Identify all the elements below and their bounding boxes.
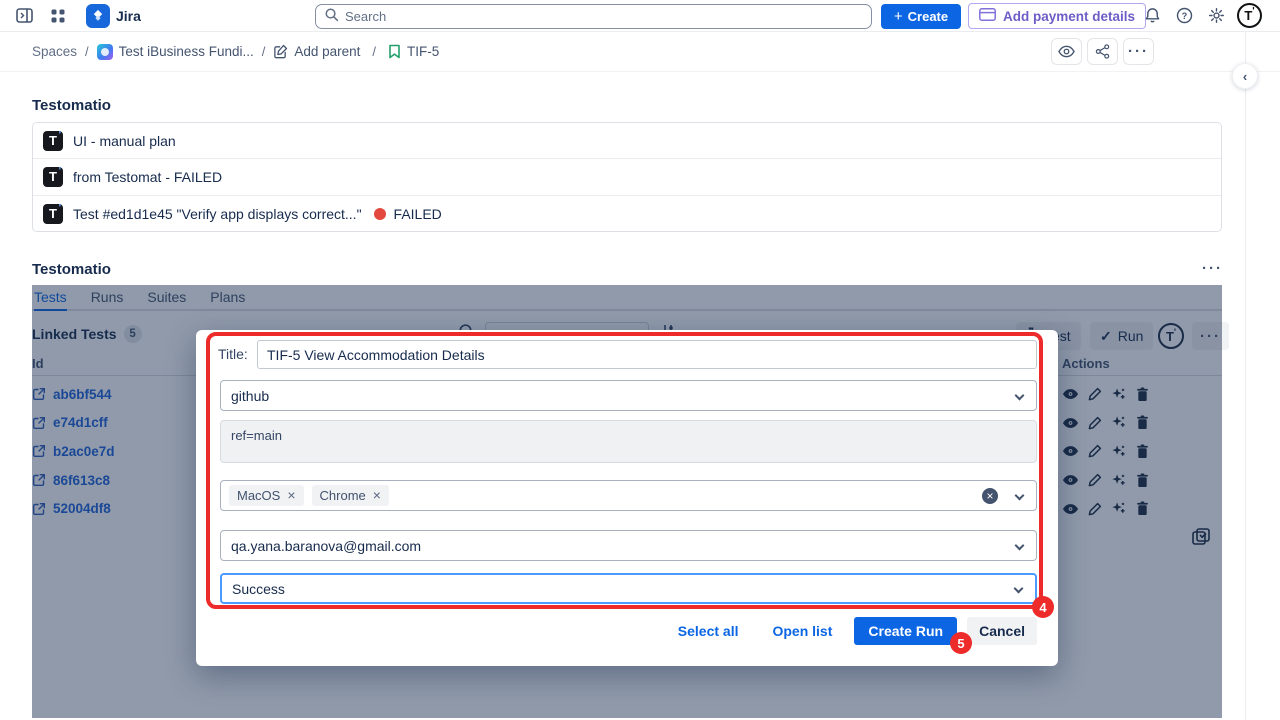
annotation-step-5-badge: 5 <box>950 632 972 654</box>
environment-multiselect[interactable]: MacOS Chrome <box>220 480 1037 511</box>
testomatio-logo-icon <box>43 167 63 187</box>
create-run-button[interactable]: Create Run <box>854 617 957 645</box>
notifications-bell-icon[interactable] <box>1138 2 1166 30</box>
env-tag: MacOS <box>229 485 304 506</box>
breadcrumb-issue[interactable]: TIF-5 <box>388 44 439 59</box>
cancel-button[interactable]: Cancel <box>967 617 1037 645</box>
bookmark-icon <box>388 44 401 59</box>
credit-card-icon <box>979 8 996 24</box>
params-textarea[interactable]: ref=main <box>220 420 1037 463</box>
remove-tag-icon[interactable] <box>287 488 295 503</box>
clear-all-icon[interactable] <box>982 488 998 504</box>
testomatio-link-item[interactable]: from Testomat - FAILED <box>33 159 1221 195</box>
chevron-down-icon <box>1015 391 1025 401</box>
collapse-panel-button[interactable] <box>1232 63 1258 89</box>
failed-status-dot-icon <box>374 208 386 220</box>
more-actions-icon[interactable]: ··· <box>1123 38 1154 65</box>
remove-tag-icon[interactable] <box>373 488 381 503</box>
failed-status-label: FAILED <box>394 206 442 222</box>
testomatio-link-list: UI - manual plan from Testomat - FAILED … <box>32 122 1222 232</box>
assignee-select[interactable]: qa.yana.baranova@gmail.com <box>220 530 1037 561</box>
page-actions: ··· <box>1051 38 1154 65</box>
testomatio-section-title: Testomatio <box>32 97 111 114</box>
testomatio-panel-title: Testomatio <box>32 261 111 278</box>
user-avatar[interactable] <box>1237 3 1262 28</box>
annotation-step-4-badge: 4 <box>1032 596 1054 618</box>
space-icon <box>97 44 113 60</box>
jira-page: Jira + Create Add payment details ? <box>0 0 1280 720</box>
env-tag: Chrome <box>312 485 389 506</box>
top-navigation-bar: Jira + Create Add payment details ? <box>0 0 1280 32</box>
share-icon[interactable] <box>1087 38 1118 65</box>
panel-more-icon[interactable]: ··· <box>1202 260 1223 277</box>
open-list-button[interactable]: Open list <box>772 623 832 639</box>
jira-logo-icon <box>86 4 110 28</box>
testomatio-logo-icon <box>43 131 63 151</box>
breadcrumb: Spaces / Test iBusiness Fundi... / Add p… <box>32 44 439 60</box>
run-title-input[interactable] <box>257 340 1037 369</box>
sidebar-toggle-icon[interactable] <box>10 2 38 30</box>
add-parent-button[interactable]: Add parent <box>273 44 360 59</box>
settings-gear-icon[interactable] <box>1202 2 1230 30</box>
chevron-down-icon <box>1015 491 1025 501</box>
help-icon[interactable]: ? <box>1170 2 1198 30</box>
select-all-button[interactable]: Select all <box>678 623 739 639</box>
modal-footer: Select all Open list Create Run Cancel <box>220 616 1037 646</box>
panel-divider <box>1245 32 1246 720</box>
plus-icon: + <box>894 9 903 24</box>
source-select[interactable]: github <box>220 380 1037 411</box>
create-button[interactable]: + Create <box>881 4 961 29</box>
breadcrumb-space[interactable]: Test iBusiness Fundi... <box>97 44 254 60</box>
create-run-modal: Title: github ref=main MacOS Chrome qa.y… <box>196 330 1058 666</box>
breadcrumb-row: Spaces / Test iBusiness Fundi... / Add p… <box>0 32 1280 72</box>
testomatio-logo-icon <box>43 204 63 224</box>
breadcrumb-spaces[interactable]: Spaces <box>32 44 77 59</box>
annotation-red-rectangle <box>206 332 1043 609</box>
title-label: Title: <box>218 346 248 362</box>
search-input[interactable] <box>345 9 863 24</box>
global-search[interactable] <box>315 4 872 29</box>
chevron-down-icon <box>1015 541 1025 551</box>
search-icon <box>324 7 339 27</box>
svg-text:?: ? <box>1181 11 1186 21</box>
app-switcher-icon[interactable] <box>44 2 72 30</box>
jira-home-link[interactable]: Jira <box>86 4 141 28</box>
chevron-down-icon <box>1014 584 1024 594</box>
watch-eye-icon[interactable] <box>1051 38 1082 65</box>
testomatio-link-item[interactable]: Test #ed1d1e45 "Verify app displays corr… <box>33 196 1221 232</box>
add-payment-details-button[interactable]: Add payment details <box>968 3 1146 29</box>
edit-icon <box>273 44 288 59</box>
testomatio-link-item[interactable]: UI - manual plan <box>33 123 1221 159</box>
app-name: Jira <box>116 8 141 24</box>
status-select[interactable]: Success <box>220 573 1037 604</box>
